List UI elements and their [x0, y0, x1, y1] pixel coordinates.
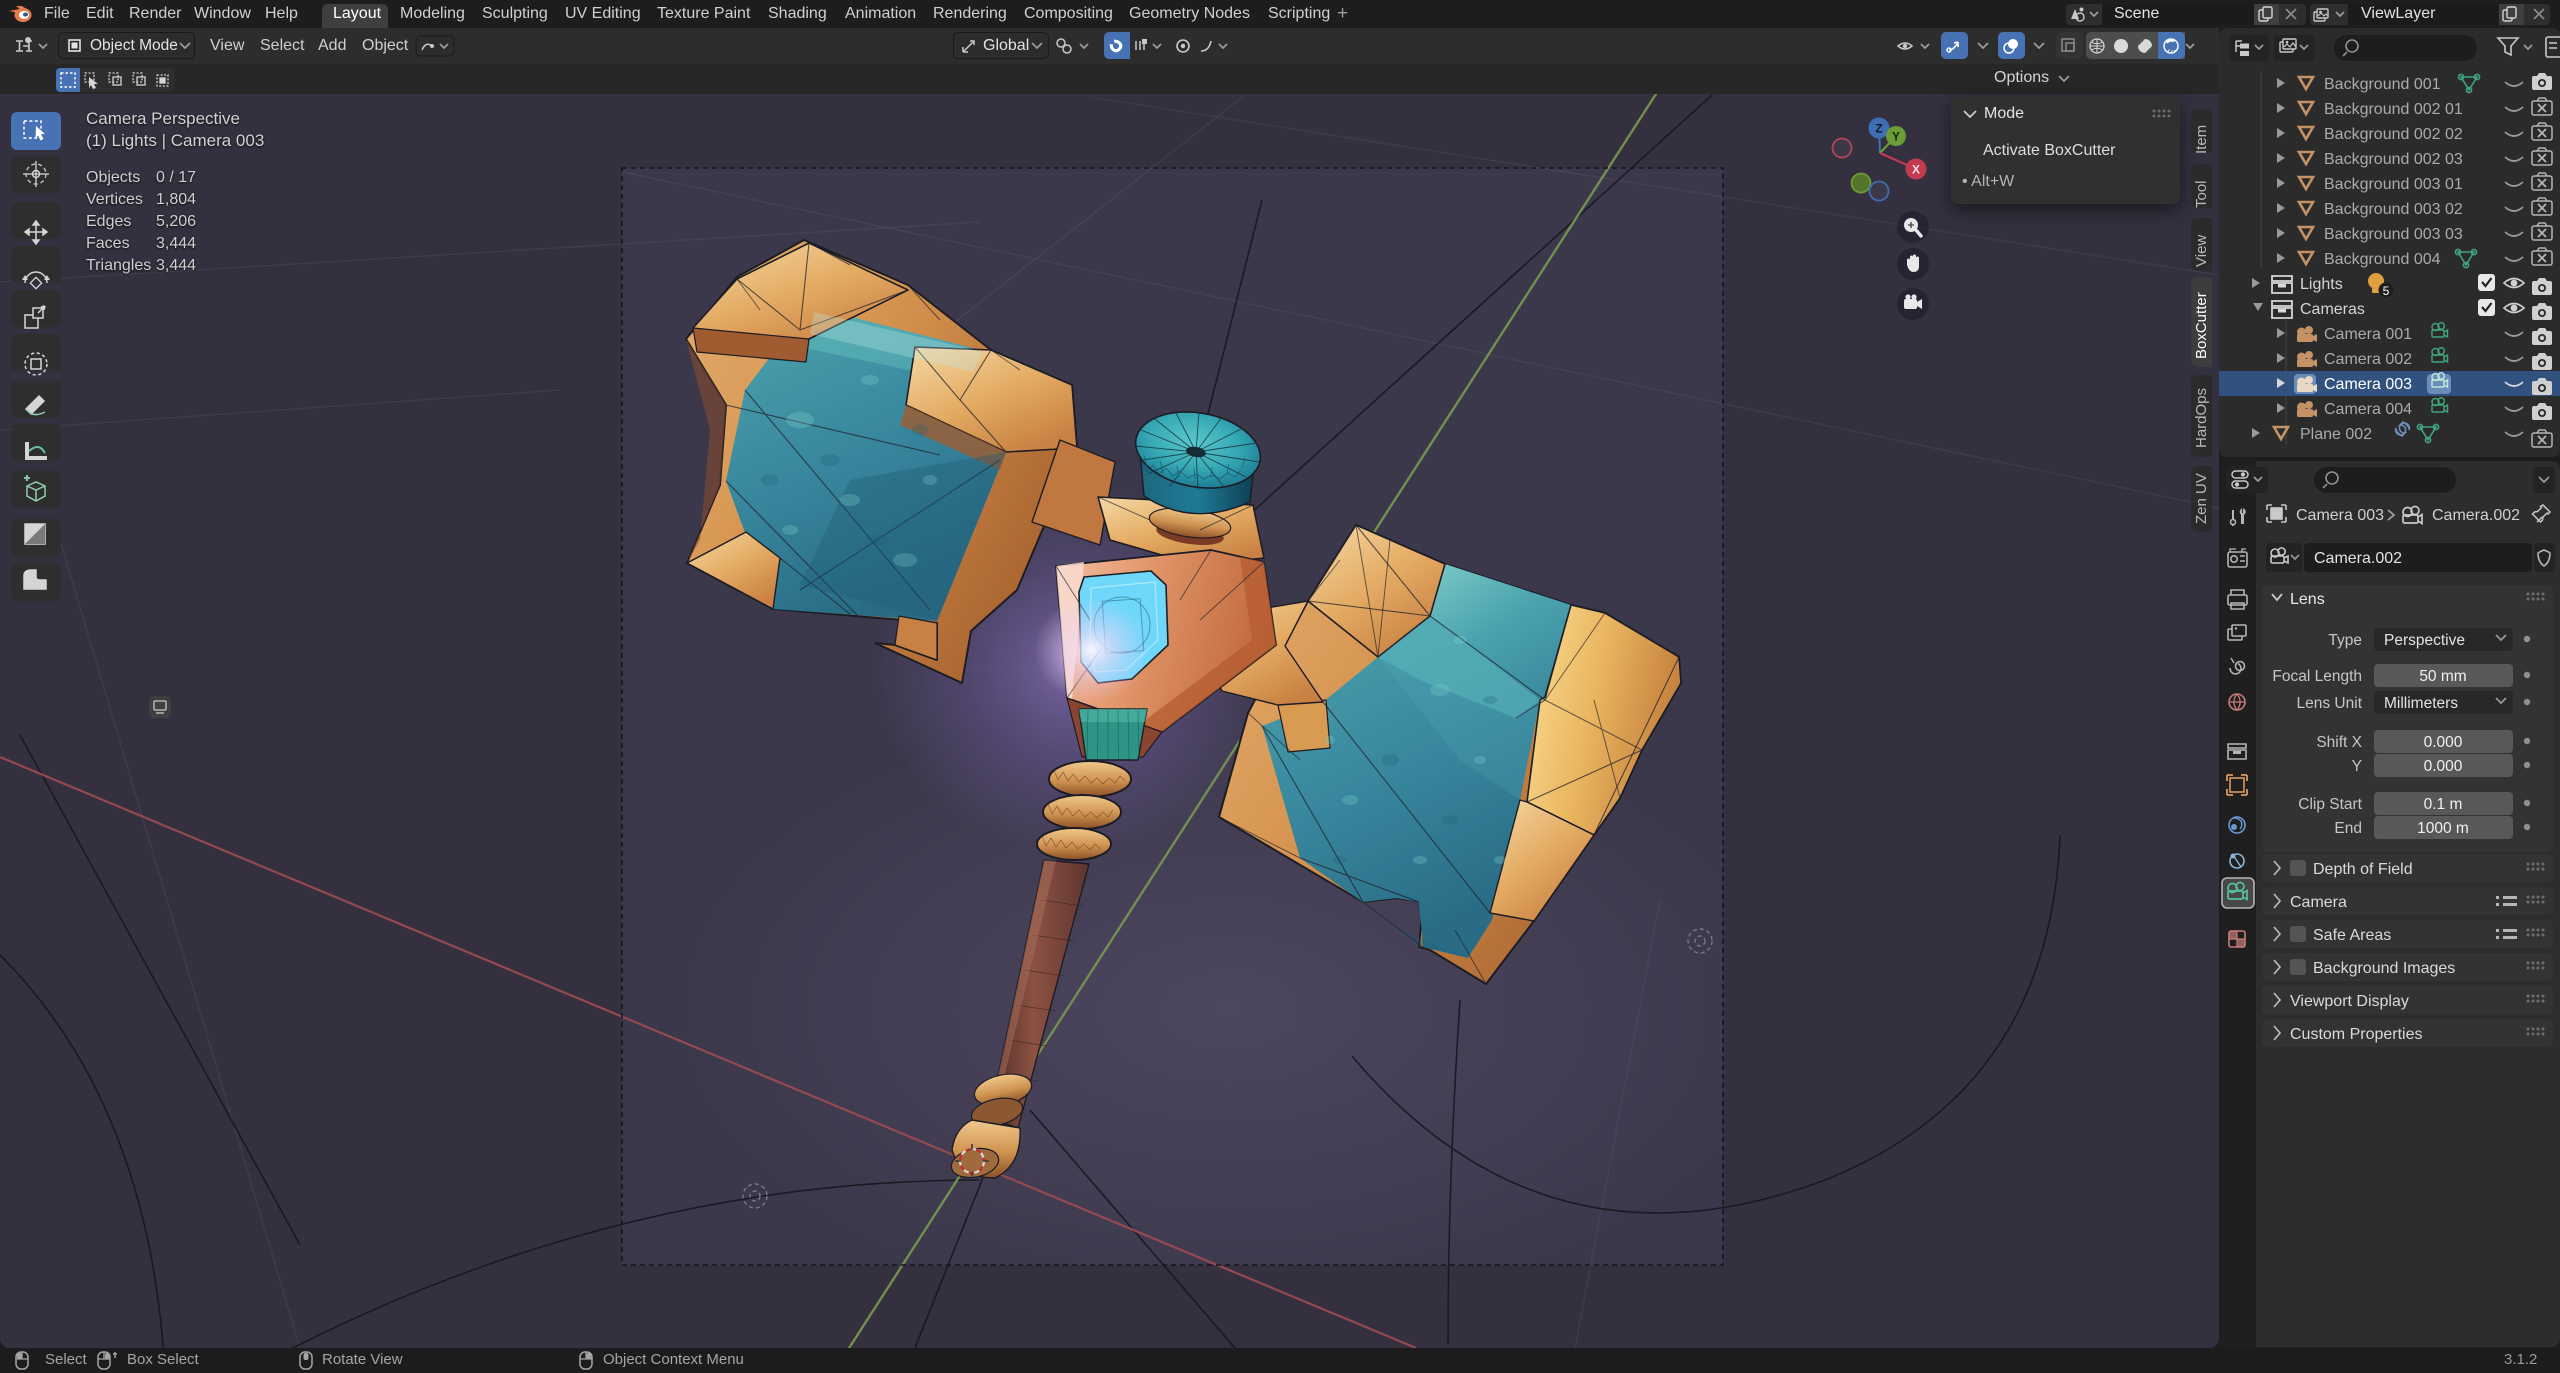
svg-text:0.000: 0.000	[2424, 734, 2463, 751]
svg-text:Background 002 01: Background 002 01	[2324, 101, 2463, 118]
svg-text:Type: Type	[2328, 632, 2362, 649]
svg-text:Background 001: Background 001	[2324, 76, 2441, 93]
svg-text:5: 5	[2383, 284, 2390, 298]
svg-text:Lens: Lens	[2290, 591, 2325, 608]
svg-text:View: View	[2193, 235, 2210, 267]
svg-text:Zen UV: Zen UV	[2193, 473, 2210, 524]
svg-text:Camera.002: Camera.002	[2432, 507, 2520, 524]
svg-text:Clip Start: Clip Start	[2298, 796, 2362, 813]
svg-text:Shift X: Shift X	[2316, 734, 2362, 751]
svg-text:Camera 003: Camera 003	[2324, 376, 2412, 393]
svg-text:Background Images: Background Images	[2313, 960, 2455, 977]
svg-text:Item: Item	[2193, 125, 2210, 154]
svg-text:0.1 m: 0.1 m	[2424, 796, 2463, 813]
svg-text:BoxCutter: BoxCutter	[2193, 292, 2210, 359]
svg-text:Cameras: Cameras	[2300, 301, 2365, 318]
svg-text:X: X	[1912, 163, 1920, 177]
svg-text:Y: Y	[2352, 758, 2362, 775]
svg-text:Plane 002: Plane 002	[2300, 426, 2372, 443]
svg-text:Background 003 02: Background 003 02	[2324, 201, 2463, 218]
svg-text:Safe Areas: Safe Areas	[2313, 927, 2391, 944]
svg-text:End: End	[2334, 820, 2362, 837]
svg-text:Millimeters: Millimeters	[2384, 695, 2458, 712]
svg-text:Camera: Camera	[2290, 894, 2347, 911]
svg-text:Background 003 01: Background 003 01	[2324, 176, 2463, 193]
svg-text:Depth of Field: Depth of Field	[2313, 861, 2413, 878]
svg-text:50 mm: 50 mm	[2419, 668, 2466, 685]
svg-text:Focal Length: Focal Length	[2272, 668, 2362, 685]
svg-text:Camera 003: Camera 003	[2296, 507, 2384, 524]
svg-text:0.000: 0.000	[2424, 758, 2463, 775]
svg-text:Perspective: Perspective	[2384, 632, 2465, 649]
svg-text:Z: Z	[1875, 122, 1882, 136]
svg-text:Camera.002: Camera.002	[2314, 550, 2402, 567]
svg-text:Background 002 03: Background 002 03	[2324, 151, 2463, 168]
svg-text:Camera 001: Camera 001	[2324, 326, 2412, 343]
svg-text:HardOps: HardOps	[2193, 388, 2210, 448]
svg-text:Tool: Tool	[2193, 180, 2210, 208]
svg-text:Background 002 02: Background 002 02	[2324, 126, 2463, 143]
svg-text:Lights: Lights	[2300, 276, 2343, 293]
svg-text:Camera 002: Camera 002	[2324, 351, 2412, 368]
svg-text:Lens Unit: Lens Unit	[2297, 695, 2363, 712]
svg-text:Y: Y	[1892, 130, 1900, 144]
svg-text:Camera 004: Camera 004	[2324, 401, 2412, 418]
svg-text:Background 004: Background 004	[2324, 251, 2441, 268]
svg-text:Custom Properties: Custom Properties	[2290, 1026, 2423, 1043]
svg-text:Viewport Display: Viewport Display	[2290, 993, 2409, 1010]
svg-text:1000 m: 1000 m	[2417, 820, 2469, 837]
svg-text:Background 003 03: Background 003 03	[2324, 226, 2463, 243]
